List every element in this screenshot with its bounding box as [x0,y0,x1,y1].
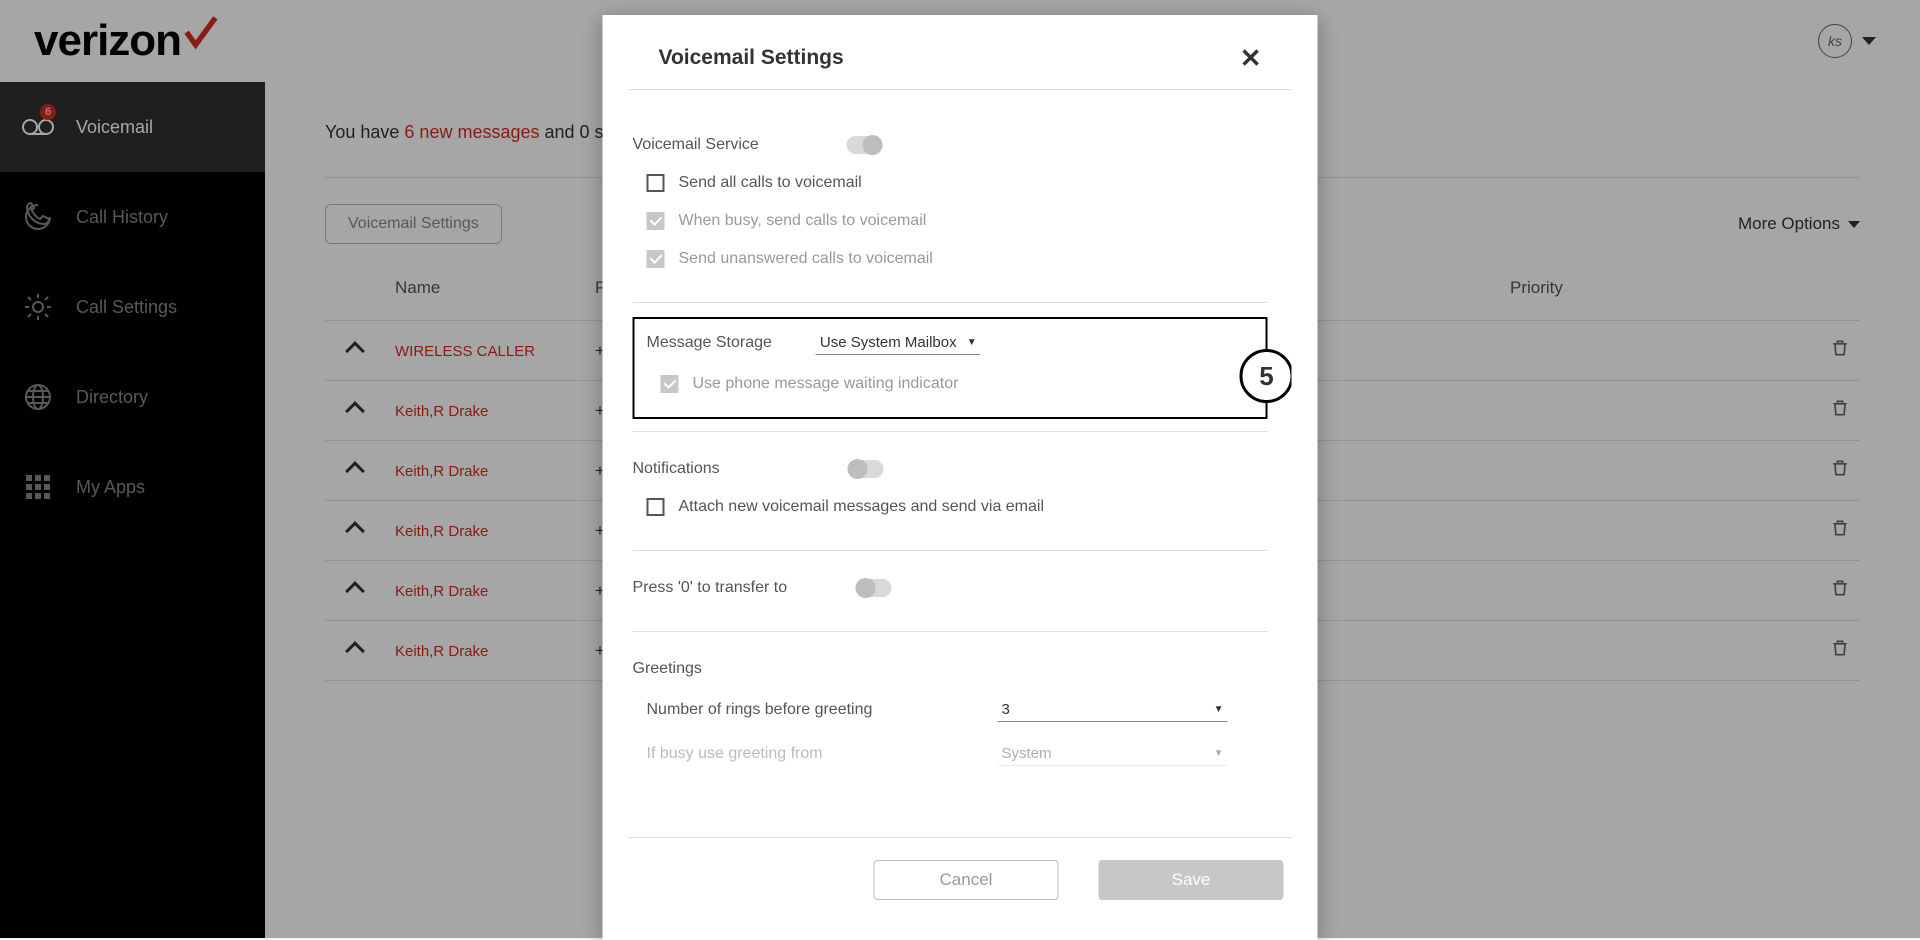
notifications-label: Notifications [633,460,720,478]
callout-step-5: Message Storage Use System Mailbox ▼ Use… [633,317,1268,419]
when-busy-label: When busy, send calls to voicemail [679,212,927,230]
busy-greeting-label: If busy use greeting from [647,745,823,763]
notifications-toggle[interactable] [848,460,884,478]
step-badge: 5 [1240,349,1292,403]
section-notifications: Notifications Attach new voicemail messa… [633,432,1268,551]
message-storage-value: Use System Mailbox [820,334,957,351]
rings-value: 3 [1002,701,1010,718]
attach-email-checkbox[interactable] [647,498,665,516]
message-storage-label: Message Storage [647,334,772,352]
voicemail-service-label: Voicemail Service [633,136,759,154]
voicemail-service-toggle[interactable] [847,136,883,154]
section-voicemail-service: Voicemail Service Send all calls to voic… [633,108,1268,303]
section-press-zero: Press '0' to transfer to [633,551,1268,632]
close-icon[interactable]: ✕ [1240,45,1262,71]
modal-title: Voicemail Settings [659,46,844,70]
busy-greeting-value: System [1002,745,1052,762]
save-button[interactable]: Save [1099,860,1284,900]
busy-greeting-select[interactable]: System ▼ [998,742,1228,766]
section-message-storage: Message Storage Use System Mailbox ▼ Use… [633,303,1268,432]
send-all-checkbox[interactable] [647,174,665,192]
chevron-down-icon: ▼ [967,337,977,348]
mwi-label: Use phone message waiting indicator [693,375,959,393]
when-busy-checkbox[interactable] [647,212,665,230]
greetings-heading: Greetings [633,660,702,678]
message-storage-select[interactable]: Use System Mailbox ▼ [816,331,981,355]
cancel-button[interactable]: Cancel [874,860,1059,900]
press-zero-toggle[interactable] [855,579,891,597]
unanswered-label: Send unanswered calls to voicemail [679,250,933,268]
send-all-label: Send all calls to voicemail [679,174,862,192]
attach-email-label: Attach new voicemail messages and send v… [679,498,1045,516]
rings-select[interactable]: 3 ▼ [998,698,1228,722]
voicemail-settings-modal: Voicemail Settings ✕ Voicemail Service S… [603,15,1318,940]
press-zero-label: Press '0' to transfer to [633,579,788,597]
chevron-down-icon: ▼ [1214,704,1224,715]
modal-scroll-area[interactable]: Voicemail Service Send all calls to voic… [629,90,1292,837]
section-greetings: Greetings Number of rings before greetin… [633,632,1268,837]
rings-label: Number of rings before greeting [647,701,873,719]
unanswered-checkbox[interactable] [647,250,665,268]
chevron-down-icon: ▼ [1214,748,1224,759]
mwi-checkbox[interactable] [661,375,679,393]
